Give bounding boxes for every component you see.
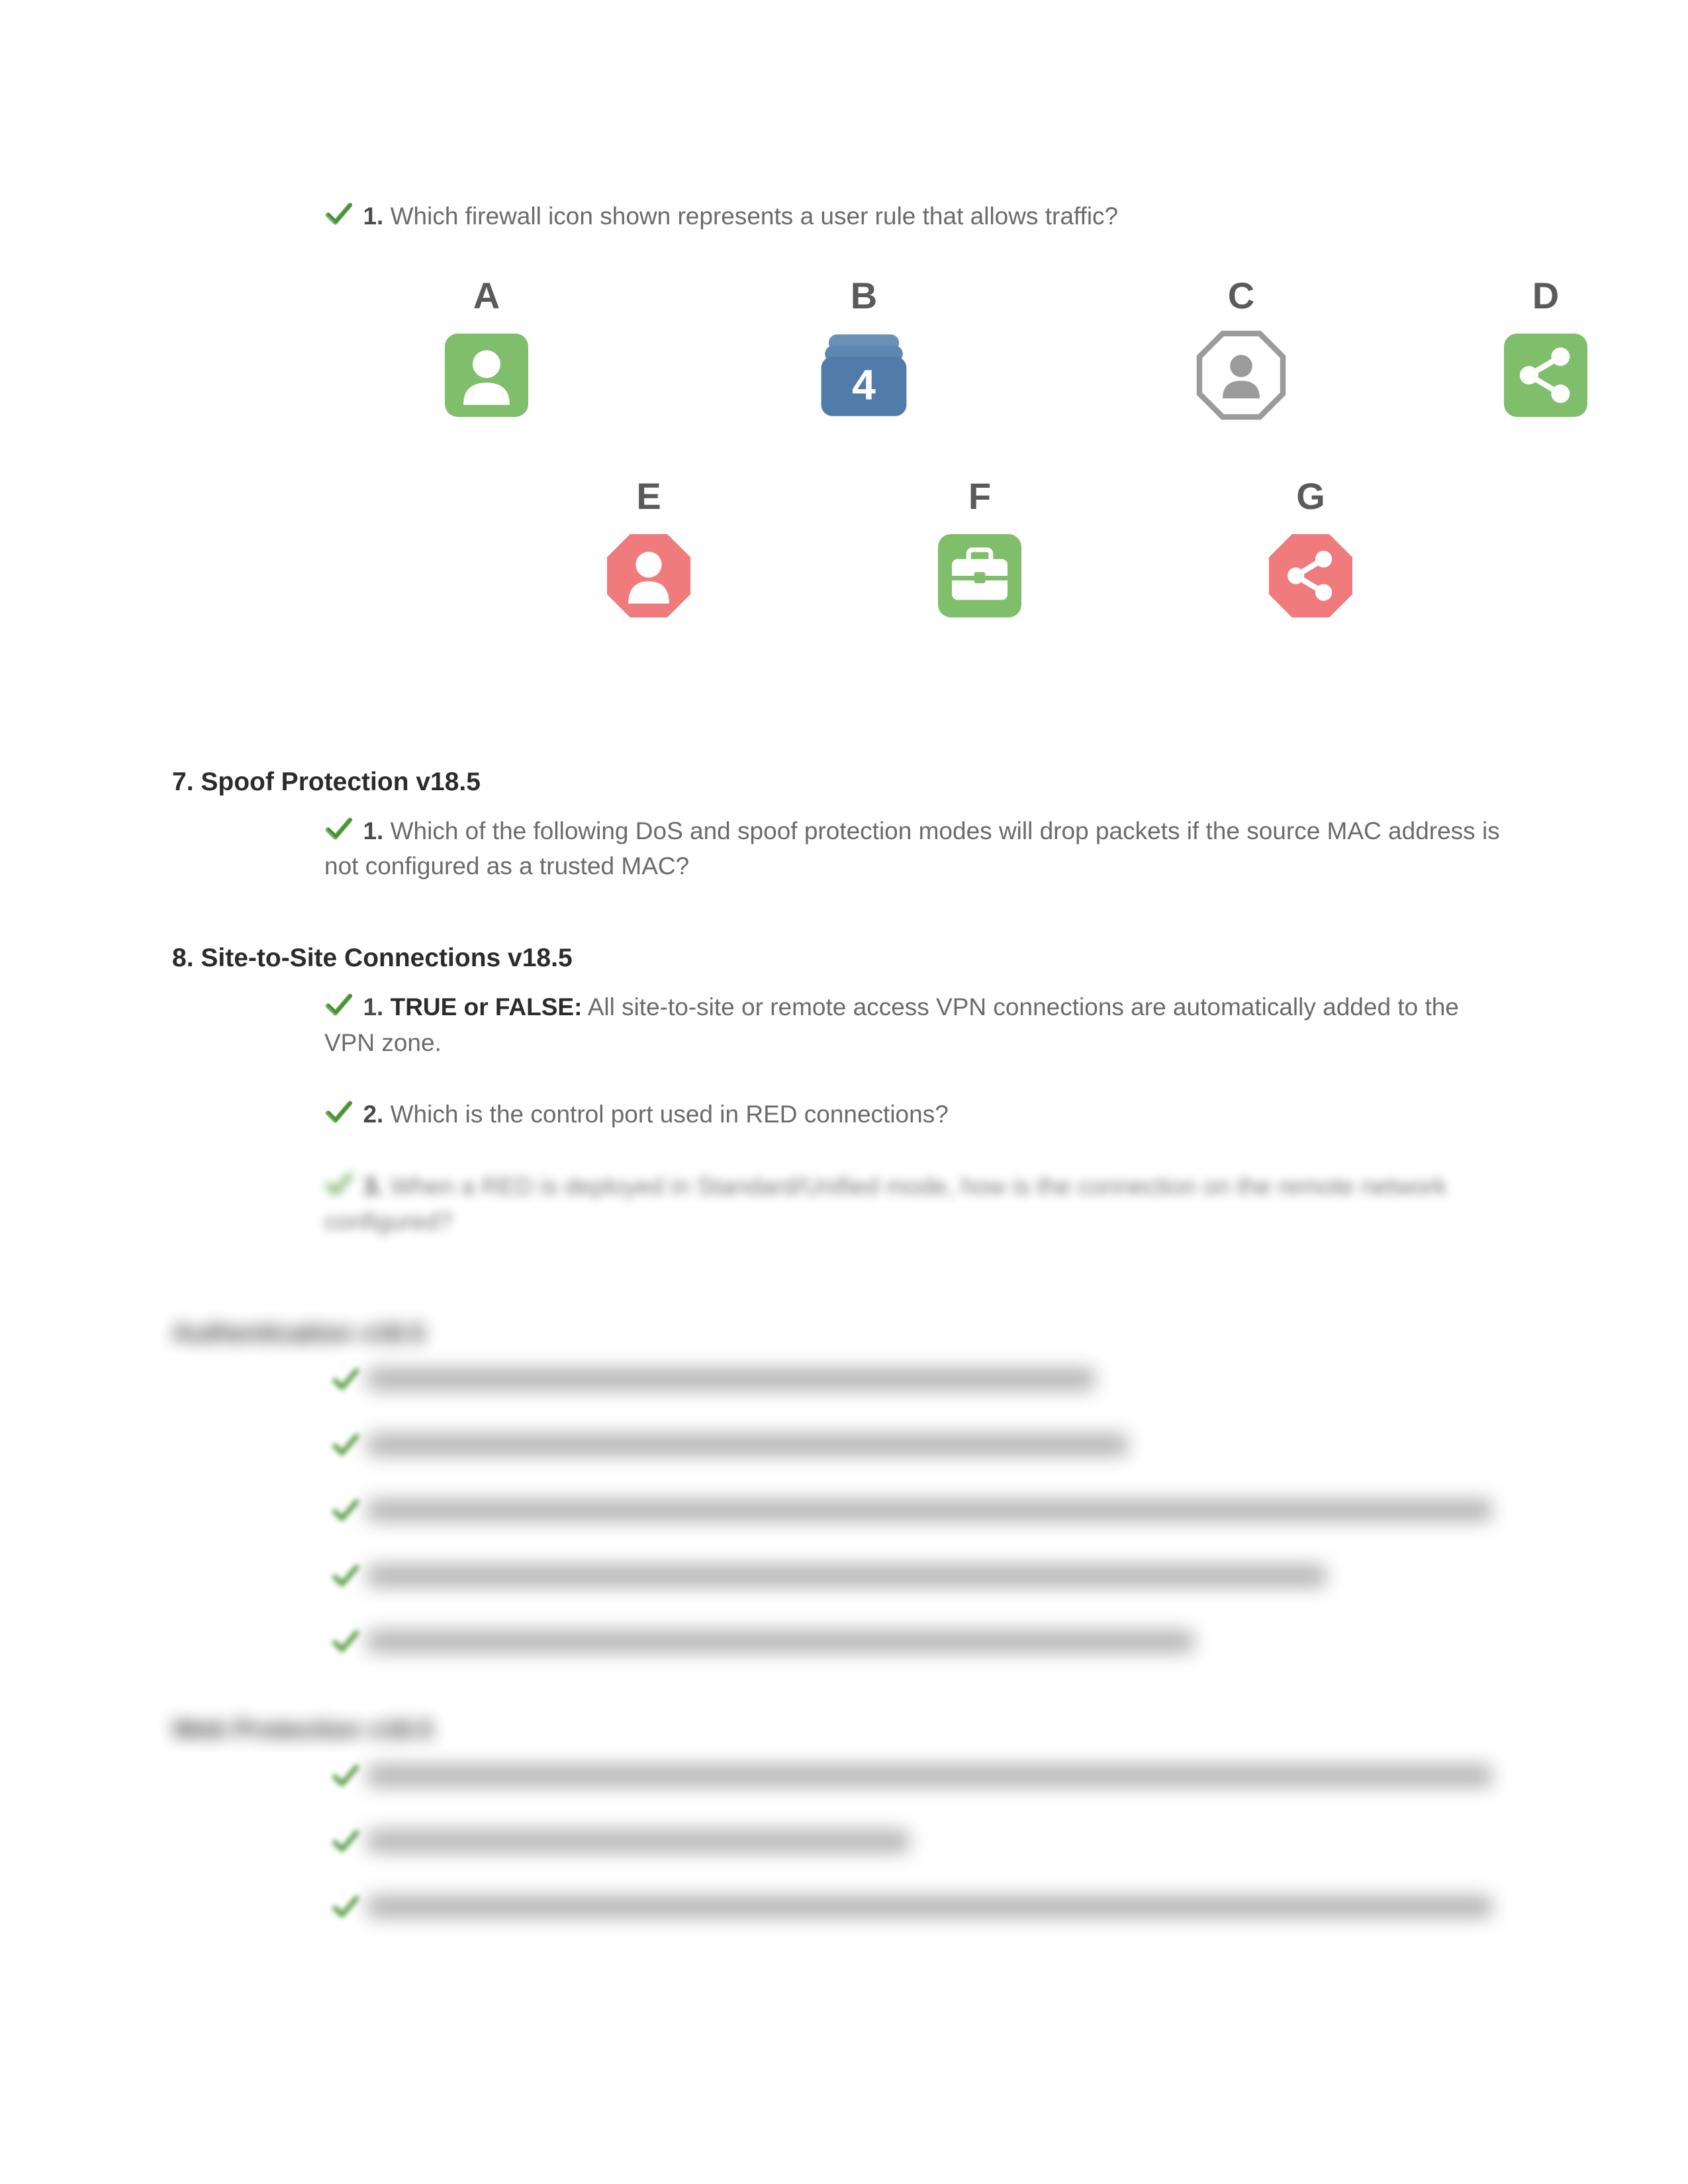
question-number: 1. [363, 203, 383, 230]
blurred-question-line [331, 1827, 1516, 1856]
check-icon [331, 1496, 360, 1525]
question-body: Which is the control port used in RED co… [391, 1101, 949, 1128]
check-icon [324, 1097, 353, 1126]
icon-option-d: D [1476, 274, 1615, 422]
icon-label: D [1476, 274, 1615, 317]
blurred-question-line [331, 1761, 1516, 1790]
blurred-text [367, 1895, 1492, 1918]
icon-label: F [837, 475, 1122, 518]
section-heading-8: 8. Site-to-Site Connections v18.5 [172, 944, 1516, 973]
question-block-blurred: 3. When a RED is deployed in Standard/Un… [324, 1169, 1516, 1240]
question-number: 2. [363, 1101, 383, 1128]
blurred-text [367, 1433, 1128, 1456]
icon-label: A [344, 274, 629, 317]
question-text: 1. Which of the following DoS and spoof … [324, 817, 1500, 880]
check-icon [331, 1365, 360, 1394]
user-outline-octagon-icon [1195, 329, 1288, 422]
question-block: 1. TRUE or FALSE: All site-to-site or re… [324, 989, 1516, 1060]
blurred-text [367, 1368, 1095, 1390]
stack-icon: 4 [818, 329, 910, 422]
blurred-question-line [331, 1561, 1516, 1590]
icon-option-g: G [1168, 475, 1453, 622]
blurred-text [367, 1764, 1492, 1787]
icon-option-b: B 4 [722, 274, 1006, 422]
question-body: Which of the following DoS and spoof pro… [324, 817, 1500, 880]
blurred-text [367, 1499, 1492, 1522]
section-title: Spoof Protection v18.5 [201, 768, 481, 796]
user-block-octagon-icon [602, 529, 695, 622]
briefcase-icon [933, 529, 1026, 622]
blurred-text [367, 1565, 1327, 1587]
icon-label: G [1168, 475, 1453, 518]
question-number: 3. [363, 1173, 383, 1200]
blurred-section-auth: Authentication v18.5 [172, 1319, 1516, 1656]
blurred-question-line [331, 1365, 1516, 1394]
blurred-question-line [331, 1496, 1516, 1525]
check-icon [324, 990, 353, 1019]
blurred-section-web: Web Protection v18.5 [172, 1715, 1516, 1921]
blurred-heading: Web Protection v18.5 [172, 1715, 1516, 1745]
icon-grid-row-2: E F G [483, 475, 1476, 662]
check-icon [331, 1761, 360, 1790]
section-number: 7. [172, 768, 194, 796]
user-allow-icon [440, 329, 533, 422]
question-body: When a RED is deployed in Standard/Unifi… [324, 1173, 1447, 1236]
section-title: Site-to-Site Connections v18.5 [201, 944, 572, 972]
question-text: 1. TRUE or FALSE: All site-to-site or re… [324, 993, 1459, 1056]
icon-label: B [722, 274, 1006, 317]
question-body: Which firewall icon shown represents a u… [391, 203, 1119, 230]
blurred-text [367, 1830, 910, 1852]
section-heading-7: 7. Spoof Protection v18.5 [172, 768, 1516, 797]
blurred-question-line [331, 1430, 1516, 1459]
question-text: 2. Which is the control port used in RED… [363, 1101, 948, 1128]
check-icon [324, 199, 353, 228]
section-number: 8. [172, 944, 194, 972]
icon-option-e: E [506, 475, 791, 622]
check-icon [331, 1892, 360, 1921]
check-icon [331, 1627, 360, 1656]
check-icon [331, 1561, 360, 1590]
icon-label: C [1099, 274, 1383, 317]
question-block: 2. Which is the control port used in RED… [324, 1097, 1516, 1132]
blurred-question-line [331, 1892, 1516, 1921]
blurred-question-line [331, 1627, 1516, 1656]
question-block: 1. Which of the following DoS and spoof … [324, 813, 1516, 884]
question-text: 1. Which firewall icon shown represents … [363, 203, 1118, 230]
document-page: 1. Which firewall icon shown represents … [0, 0, 1688, 2184]
share-allow-icon [1499, 329, 1592, 422]
blurred-text [367, 1630, 1194, 1653]
check-icon [324, 814, 353, 843]
question-text: 3. When a RED is deployed in Standard/Un… [324, 1173, 1447, 1236]
icon-grid-row-1: A B 4 C [298, 274, 1662, 461]
question-number: 1. [363, 817, 383, 844]
share-block-octagon-icon [1264, 529, 1357, 622]
check-icon [324, 1169, 353, 1199]
check-icon [331, 1827, 360, 1856]
question-bold: TRUE or FALSE: [391, 993, 583, 1021]
icon-option-a: A [344, 274, 629, 422]
blurred-heading: Authentication v18.5 [172, 1319, 1516, 1348]
stack-count: 4 [852, 361, 876, 408]
icon-label: E [506, 475, 791, 518]
check-icon [331, 1430, 360, 1459]
icon-option-c: C [1099, 274, 1383, 422]
question-block: 1. Which firewall icon shown represents … [324, 199, 1516, 234]
question-number: 1. [363, 993, 383, 1021]
icon-option-f: F [837, 475, 1122, 622]
